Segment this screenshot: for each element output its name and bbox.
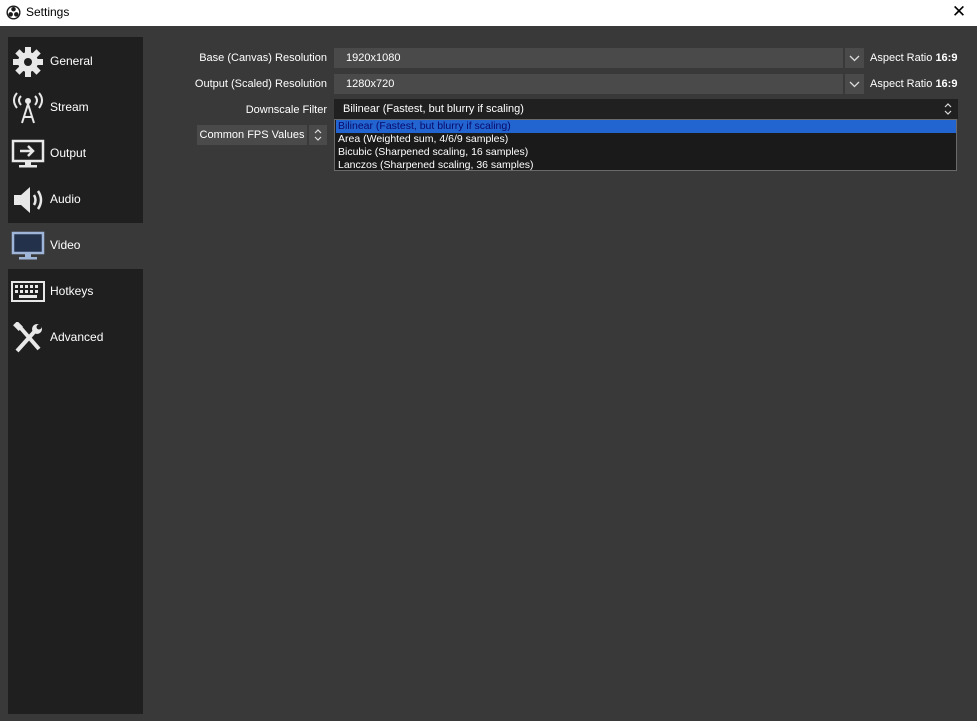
dropdown-option-area[interactable]: Area (Weighted sum, 4/6/9 samples)	[336, 133, 956, 146]
aspect-ratio-label: Aspect Ratio	[870, 78, 933, 90]
sidebar-item-label: General	[50, 54, 93, 68]
sidebar-item-label: Video	[50, 238, 81, 252]
sidebar-item-label: Audio	[50, 192, 81, 206]
output-resolution-label: Output (Scaled) Resolution	[194, 78, 327, 90]
obs-logo-icon	[6, 5, 21, 20]
updown-arrows-icon	[944, 103, 952, 115]
window-title: Settings	[26, 5, 70, 19]
sidebar-item-label: Stream	[50, 100, 89, 114]
downscale-filter-value: Bilinear (Fastest, but blurry if scaling…	[343, 103, 524, 115]
dropdown-option-lanczos[interactable]: Lanczos (Sharpened scaling, 36 samples)	[336, 159, 956, 172]
output-aspect-ratio: Aspect Ratio 16:9	[870, 78, 957, 90]
updown-arrows-icon	[314, 129, 322, 141]
settings-sidebar: General Stream Output Audio Video Hotkey…	[8, 37, 143, 714]
monitor-icon	[11, 231, 45, 260]
keyboard-icon	[11, 281, 45, 302]
output-resolution-combo[interactable]: 1280x720	[334, 74, 843, 94]
fps-type-label: Common FPS Values	[199, 129, 305, 141]
broadcast-tower-icon	[13, 92, 43, 124]
sidebar-item-video[interactable]: Video	[8, 223, 143, 269]
sidebar-item-output[interactable]: Output	[8, 131, 143, 177]
chevron-down-icon	[849, 81, 860, 88]
aspect-ratio-value: 16:9	[935, 78, 958, 90]
output-resolution-dropdown-button[interactable]	[845, 74, 864, 94]
sidebar-item-stream[interactable]: Stream	[8, 85, 143, 131]
sidebar-item-label: Hotkeys	[50, 284, 94, 298]
aspect-ratio-label: Aspect Ratio	[870, 52, 933, 64]
gear-icon	[13, 47, 43, 77]
base-resolution-combo[interactable]: 1920x1080	[334, 48, 843, 68]
base-resolution-dropdown-button[interactable]	[845, 48, 864, 68]
speaker-icon	[14, 187, 43, 213]
monitor-output-icon	[11, 139, 45, 168]
base-resolution-value: 1920x1080	[346, 52, 401, 64]
sidebar-item-general[interactable]: General	[8, 39, 143, 85]
tools-icon	[13, 322, 42, 353]
output-resolution-value: 1280x720	[346, 78, 395, 90]
title-bar: Settings ✕	[0, 0, 977, 26]
chevron-down-icon	[849, 55, 860, 62]
dropdown-option-bicubic[interactable]: Bicubic (Sharpened scaling, 16 samples)	[336, 146, 956, 159]
base-resolution-label: Base (Canvas) Resolution	[199, 52, 327, 64]
sidebar-item-advanced[interactable]: Advanced	[8, 315, 143, 361]
sidebar-item-label: Output	[50, 146, 87, 160]
sidebar-item-hotkeys[interactable]: Hotkeys	[8, 269, 143, 315]
aspect-ratio-value: 16:9	[935, 52, 958, 64]
fps-type-combo[interactable]: Common FPS Values	[197, 125, 307, 145]
fps-type-dropdown-button[interactable]	[309, 125, 327, 145]
downscale-filter-combo[interactable]: Bilinear (Fastest, but blurry if scaling…	[334, 99, 958, 119]
base-aspect-ratio: Aspect Ratio 16:9	[870, 52, 957, 64]
downscale-filter-label: Downscale Filter	[245, 104, 327, 116]
close-icon[interactable]: ✕	[949, 2, 969, 22]
dropdown-option-bilinear[interactable]: Bilinear (Fastest, but blurry if scaling…	[336, 120, 956, 133]
sidebar-item-audio[interactable]: Audio	[8, 177, 143, 223]
downscale-filter-dropdown: Bilinear (Fastest, but blurry if scaling…	[334, 119, 957, 171]
sidebar-item-label: Advanced	[50, 330, 104, 344]
